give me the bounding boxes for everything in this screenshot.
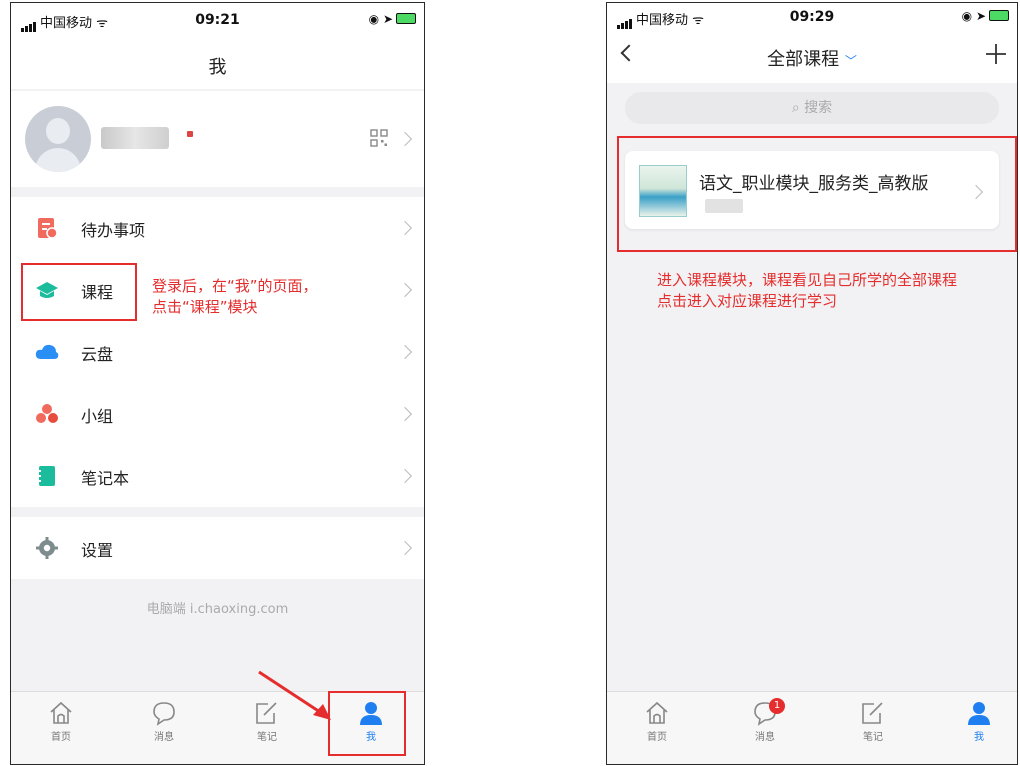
avatar[interactable] [25, 106, 91, 172]
red-arrow-icon [258, 670, 331, 720]
tab-label: 首页 [51, 732, 71, 743]
tab-label: 笔记 [863, 732, 883, 743]
person-icon [968, 702, 990, 725]
cloud-icon [35, 344, 59, 359]
home-icon [646, 701, 668, 724]
home-icon [50, 701, 72, 724]
menu-group-main: 待办事项 课程 云盘 小组 笔记本 [11, 197, 424, 507]
chevron-down-icon: ﹀ [844, 54, 857, 68]
profile-card[interactable] [11, 91, 424, 187]
chevron-right-icon [397, 540, 413, 556]
note-icon [862, 702, 883, 724]
course-highlight-box [21, 263, 137, 321]
phone-screen-courses: 中国移动 ᯤ 09:29 ◉ ➤ 全部课程 ﹀ ⌕ 搜索 语文_职业模块_服务类… [606, 2, 1018, 765]
chevron-right-icon [397, 131, 413, 147]
menu-item-label: 设置 [81, 541, 114, 560]
menu-item-label: 笔记本 [81, 469, 130, 488]
status-bar: 中国移动 ᯤ 09:21 ◉ ➤ [11, 3, 424, 39]
message-icon [153, 702, 175, 726]
search-input[interactable]: ⌕ 搜索 [625, 92, 999, 124]
desktop-site-hint: 电脑端 i.chaoxing.com [146, 602, 289, 617]
battery-icon [989, 10, 1009, 21]
status-right: ◉ ➤ [962, 9, 1009, 23]
chevron-right-icon [397, 468, 413, 484]
tab-bar: 首页 1 消息 笔记 我 [607, 691, 1017, 764]
chevron-right-icon [397, 220, 413, 236]
menu-group-settings: 设置 [11, 517, 424, 579]
tab-label: 消息 [755, 732, 775, 743]
menu-item-label: 云盘 [81, 345, 114, 364]
menu-item-label: 小组 [81, 407, 114, 426]
tab-home[interactable]: 首页 [627, 700, 687, 756]
course-highlight-box [617, 136, 1017, 252]
search-icon: ⌕ [791, 100, 800, 116]
status-time: 09:21 [195, 12, 240, 28]
tab-label: 我 [974, 732, 984, 743]
tab-label: 笔记 [257, 732, 277, 743]
page-title: 我 [208, 57, 227, 78]
qr-code-icon[interactable] [370, 129, 388, 147]
menu-item-cloud-disk[interactable]: 云盘 [11, 321, 424, 383]
gear-icon [36, 537, 58, 559]
annotation-text: 进入课程模块，课程看见自己所学的全部课程 点击进入对应课程进行学习 [657, 271, 958, 310]
chevron-right-icon [397, 344, 413, 360]
tab-messages[interactable]: 1 消息 [735, 698, 795, 756]
group-icon [36, 404, 58, 423]
todo-icon [38, 218, 58, 239]
status-time: 09:29 [789, 9, 835, 25]
menu-item-label: 待办事项 [81, 221, 146, 240]
me-tab-highlight-box [328, 691, 406, 756]
add-icon[interactable] [983, 41, 1009, 67]
annotation-text: 登录后，在“我”的页面， 点击“课程”模块 [152, 277, 318, 316]
tab-label: 首页 [647, 732, 667, 743]
chevron-right-icon [397, 406, 413, 422]
blurred-mark [187, 131, 193, 137]
blurred-username [101, 127, 169, 149]
unread-badge: 1 [769, 698, 785, 714]
menu-item-todo[interactable]: 待办事项 [11, 197, 424, 259]
tab-label: 消息 [154, 732, 174, 743]
nav-bar: 全部课程 ﹀ [607, 33, 1017, 83]
chevron-right-icon [397, 282, 413, 298]
tab-home[interactable]: 首页 [31, 700, 91, 756]
battery-icon [396, 13, 416, 24]
page-title[interactable]: 全部课程 ﹀ [607, 45, 1017, 71]
menu-item-settings[interactable]: 设置 [11, 517, 424, 579]
menu-item-group[interactable]: 小组 [11, 383, 424, 445]
tab-messages[interactable]: 消息 [134, 700, 194, 756]
menu-item-notebook[interactable]: 笔记本 [11, 445, 424, 507]
tab-me[interactable]: 我 [949, 700, 1009, 756]
status-right: ◉ ➤ [369, 12, 416, 26]
tab-notes[interactable]: 笔记 [843, 700, 903, 756]
phone-screen-me: 中国移动 ᯤ 09:21 ◉ ➤ 我 待办事项 课程 云盘 小组 笔记本 设置 … [10, 2, 425, 765]
notebook-icon [37, 466, 55, 486]
nav-bar: 我 [11, 39, 424, 89]
